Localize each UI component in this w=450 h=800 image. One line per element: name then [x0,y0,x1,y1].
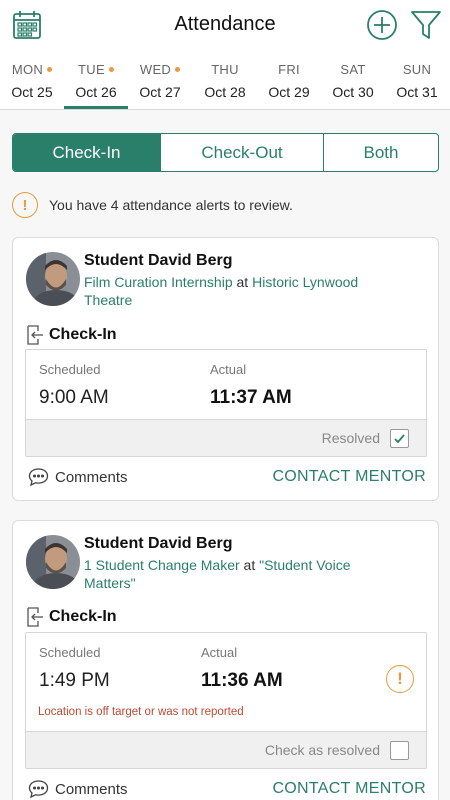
day-date: Oct 25 [11,84,53,100]
check-as-resolved-label: Check as resolved [264,742,380,758]
location-warning-text: Location is off target or was not report… [38,706,244,718]
day-mon[interactable]: MON Oct 25 [0,50,64,109]
scheduled-label: Scheduled [39,645,101,660]
alert-dot [175,67,181,72]
segment-check-in[interactable]: Check-In [13,134,161,171]
scheduled-label: Scheduled [39,362,101,377]
attendance-alert-banner[interactable]: ! You have 4 attendance alerts to review… [12,191,432,219]
day-tue[interactable]: TUE Oct 26 [64,50,128,109]
time-comparison-box: Scheduled Actual 1:49 PM 11:36 AM ! Loca… [25,632,427,769]
check-in-icon [27,607,43,627]
at-text: at [243,557,256,573]
avatar [26,535,80,589]
day-date: Oct 30 [332,84,374,100]
contact-mentor-button[interactable]: CONTACT MENTOR [272,780,426,798]
alert-dot [108,67,114,72]
day-sun[interactable]: SUN Oct 31 [385,50,449,109]
student-name: Student David Berg [84,252,233,269]
student-name: Student David Berg [84,535,233,552]
day-date: Oct 26 [75,84,117,100]
check-in-icon [27,325,43,345]
checkin-filter-segmented-control: Check-In Check-Out Both [12,133,439,172]
segment-check-out[interactable]: Check-Out [161,134,324,171]
filter-icon[interactable] [410,9,442,41]
check-type-label: Check-In [49,326,117,343]
segment-both[interactable]: Both [324,134,438,171]
at-text: at [236,274,249,290]
comment-icon [28,780,49,799]
day-date: Oct 31 [396,84,438,100]
position-link[interactable]: 1 Student Change Maker [84,557,240,573]
checkmark-icon [394,434,405,444]
resolved-label: Resolved [321,430,380,446]
check-in-header: Check-In [26,607,117,627]
actual-time: 11:37 AM [210,387,292,408]
warning-icon[interactable]: ! [386,665,414,693]
day-selector: MON Oct 25 TUE Oct 26 WED Oct 27 THU Oct… [0,50,450,110]
comments-label: Comments [55,468,128,486]
day-label: FRI [278,62,300,77]
day-date: Oct 29 [268,84,310,100]
warning-icon: ! [12,192,38,218]
resolve-row: Check as resolved [26,731,426,768]
day-wed[interactable]: WED Oct 27 [128,50,192,109]
avatar [26,252,80,306]
day-label: SUN [402,62,432,77]
plus-circle-icon[interactable] [366,9,398,41]
comments-label: Comments [55,780,128,798]
resolved-row: Resolved [26,419,426,456]
comments-button[interactable]: Comments [28,779,128,799]
position-link[interactable]: Film Curation Internship [84,274,233,290]
placement-info: Film Curation Internship at Historic Lyn… [84,273,404,309]
scheduled-time: 9:00 AM [39,387,109,408]
attendance-card: Student David Berg Film Curation Interns… [12,237,439,501]
actual-time: 11:36 AM [201,670,283,691]
resolved-checkbox[interactable] [390,429,409,448]
day-label: TUE [78,62,105,77]
day-label: WED [139,62,172,77]
app-header: Attendance [0,0,450,50]
day-fri[interactable]: FRI Oct 29 [257,50,321,109]
contact-mentor-button[interactable]: CONTACT MENTOR [272,468,426,486]
actual-label: Actual [210,362,247,377]
alert-text: You have 4 attendance alerts to review. [49,197,293,213]
day-label: THU [211,62,239,77]
day-date: Oct 27 [139,84,181,100]
day-thu[interactable]: THU Oct 28 [193,50,257,109]
day-label: MON [11,62,44,77]
attendance-card: Student David Berg 1 Student Change Make… [12,520,439,800]
scheduled-time: 1:49 PM [39,670,110,691]
comments-button[interactable]: Comments [28,467,128,487]
day-sat[interactable]: SAT Oct 30 [321,50,385,109]
placement-info: 1 Student Change Maker at "Student Voice… [84,556,404,592]
day-label: SAT [340,62,366,77]
check-type-label: Check-In [49,608,117,625]
actual-label: Actual [201,645,238,660]
alert-dot [47,67,53,72]
check-in-header: Check-In [26,325,117,345]
day-date: Oct 28 [204,84,246,100]
time-comparison-box: Scheduled Actual 9:00 AM 11:37 AM Resolv… [25,349,427,457]
resolve-checkbox[interactable] [390,741,409,760]
comment-icon [28,468,49,487]
